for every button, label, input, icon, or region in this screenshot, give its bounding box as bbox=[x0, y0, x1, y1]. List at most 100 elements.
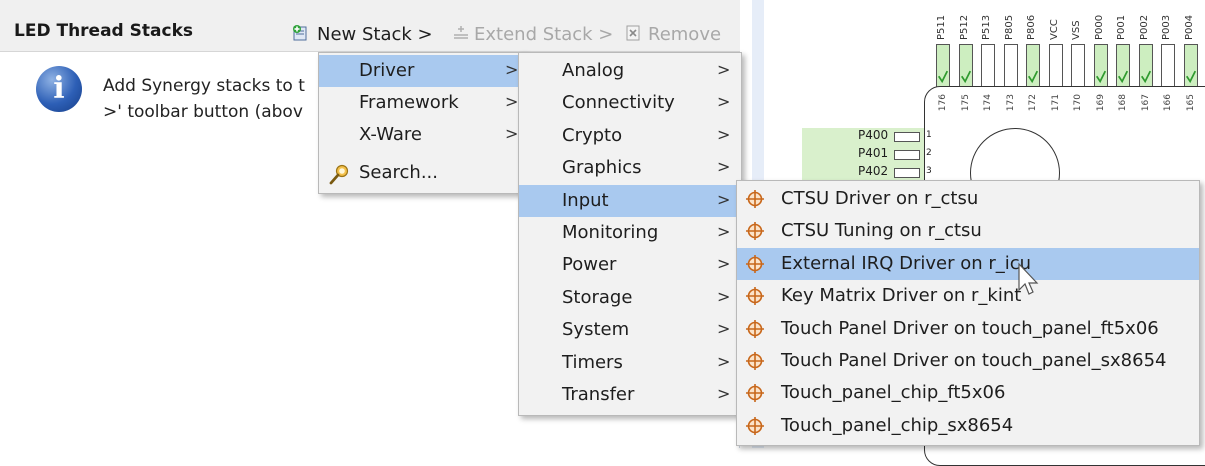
chevron-right-icon: > bbox=[505, 92, 519, 111]
chevron-right-icon: > bbox=[717, 351, 731, 371]
input-submenu: CTSU Driver on r_ctsu CTSU Tuning on r_ct… bbox=[736, 180, 1200, 446]
pin-box bbox=[894, 132, 920, 142]
pin-label: P001 bbox=[1116, 14, 1127, 40]
pin-number: 3 bbox=[926, 166, 932, 176]
chip-pin-p401[interactable]: P401 2 bbox=[802, 146, 932, 164]
pin-box bbox=[981, 44, 995, 88]
menu-item-framework[interactable]: Framework > bbox=[319, 87, 525, 119]
menu-item-driver[interactable]: Driver > bbox=[319, 55, 525, 87]
menu-item-touch-panel-driver-on-touch-panel-ft5x06[interactable]: Touch Panel Driver on touch_panel_ft5x06 bbox=[737, 313, 1199, 345]
pin-box bbox=[1138, 44, 1153, 88]
menu-item-touch-panel-chip-ft5x06[interactable]: Touch_panel_chip_ft5x06 bbox=[737, 377, 1199, 409]
menu-item-search[interactable]: Search... bbox=[319, 157, 525, 189]
pin-label: P401 bbox=[858, 146, 889, 160]
pin-box bbox=[1116, 44, 1130, 88]
chevron-right-icon: > bbox=[505, 124, 519, 143]
pin-box bbox=[1026, 44, 1040, 88]
pin-label: VSS bbox=[1071, 20, 1082, 40]
pin-number: 1 bbox=[926, 130, 932, 140]
pin-number: 174 bbox=[983, 94, 993, 112]
new-stack-menu: Driver > Framework > X-Ware > Search... bbox=[318, 52, 526, 194]
pin-label: P004 bbox=[1183, 14, 1195, 40]
chevron-right-icon: > bbox=[717, 384, 731, 403]
info-icon: i bbox=[36, 66, 82, 112]
extend-stack-button: Extend Stack > bbox=[474, 24, 614, 45]
chip-pin-p400[interactable]: P400 1 bbox=[802, 128, 932, 146]
menu-item-transfer[interactable]: Transfer > bbox=[519, 379, 741, 411]
menu-item-storage[interactable]: Storage > bbox=[519, 282, 741, 314]
chevron-right-icon: > bbox=[717, 319, 731, 339]
menu-item-touch-panel-driver-on-touch-panel-sx8654[interactable]: Touch Panel Driver on touch_panel_sx8654 bbox=[737, 345, 1199, 377]
menu-item-graphics[interactable]: Graphics > bbox=[519, 152, 741, 184]
menu-item-input[interactable]: Input > bbox=[519, 184, 741, 217]
search-icon bbox=[329, 164, 349, 185]
extend-stack-icon bbox=[454, 26, 468, 39]
component-crosshair-icon bbox=[746, 287, 764, 306]
menu-item-ctsu-tuning-on-r-ctsu[interactable]: CTSU Tuning on r_ctsu bbox=[737, 215, 1199, 247]
pin-label: P400 bbox=[858, 128, 889, 142]
pin-box bbox=[1003, 44, 1018, 88]
pin-number: 171 bbox=[1050, 94, 1061, 112]
pin-label: P003 bbox=[1161, 14, 1172, 40]
pin-number: 168 bbox=[1118, 94, 1128, 112]
new-stack-icon[interactable] bbox=[292, 24, 310, 42]
check-icon bbox=[1185, 70, 1196, 84]
check-icon bbox=[1140, 70, 1151, 84]
menu-item-x-ware[interactable]: X-Ware > bbox=[319, 119, 525, 151]
menu-item-touch-panel-chip-sx8654[interactable]: Touch_panel_chip_sx8654 bbox=[737, 410, 1199, 442]
component-crosshair-icon bbox=[746, 416, 764, 435]
pin-label: P806 bbox=[1026, 14, 1037, 40]
pin-number: 2 bbox=[926, 148, 932, 158]
pin-label: P402 bbox=[858, 164, 889, 178]
menu-item-system[interactable]: System > bbox=[519, 314, 741, 346]
pin-number: 176 bbox=[938, 94, 948, 112]
pin-number: 169 bbox=[1095, 94, 1106, 112]
menu-item-ctsu-driver-on-r-ctsu[interactable]: CTSU Driver on r_ctsu bbox=[737, 183, 1199, 215]
panel-header: LED Thread Stacks New Stack > Extend Sta… bbox=[0, 0, 740, 52]
check-icon bbox=[1118, 70, 1129, 84]
chevron-right-icon: > bbox=[717, 60, 731, 79]
pin-label: P002 bbox=[1138, 14, 1150, 40]
menu-item-timers[interactable]: Timers > bbox=[519, 347, 741, 379]
mouse-cursor-icon bbox=[1018, 262, 1039, 295]
remove-stack-icon bbox=[626, 25, 640, 41]
check-icon bbox=[960, 70, 971, 84]
pin-label: P512 bbox=[958, 14, 970, 40]
menu-item-external-irq-driver-on-r-icu[interactable]: External IRQ Driver on r_icu bbox=[737, 247, 1199, 280]
pin-number: 173 bbox=[1005, 94, 1016, 112]
pin-box bbox=[936, 44, 950, 88]
pin-number: 165 bbox=[1185, 94, 1196, 112]
menu-item-connectivity[interactable]: Connectivity > bbox=[519, 87, 741, 119]
menu-item-monitoring[interactable]: Monitoring > bbox=[519, 217, 741, 249]
pin-box bbox=[1183, 44, 1198, 88]
pin-label: P513 bbox=[981, 14, 992, 40]
pin-box bbox=[894, 168, 920, 178]
pin-box bbox=[894, 150, 920, 160]
check-icon bbox=[1028, 70, 1039, 84]
menu-item-key-matrix-driver-on-r-kint[interactable]: Key Matrix Driver on r_kint bbox=[737, 280, 1199, 312]
menu-item-analog[interactable]: Analog > bbox=[519, 55, 741, 87]
pin-number: 170 bbox=[1073, 94, 1083, 112]
component-crosshair-icon bbox=[746, 319, 764, 338]
chevron-right-icon: > bbox=[717, 254, 731, 274]
pin-number: 175 bbox=[960, 94, 971, 112]
info-text-line-1: Add Synergy stacks to t bbox=[103, 76, 305, 96]
component-crosshair-icon bbox=[746, 190, 764, 208]
pin-box bbox=[958, 44, 973, 88]
pin-number: 172 bbox=[1028, 94, 1038, 112]
info-text-line-2: >' toolbar button (abov bbox=[103, 102, 303, 122]
chevron-right-icon: > bbox=[717, 157, 731, 177]
component-crosshair-icon bbox=[746, 222, 764, 241]
menu-item-crypto[interactable]: Crypto > bbox=[519, 120, 741, 152]
menu-item-power[interactable]: Power > bbox=[519, 249, 741, 281]
component-crosshair-icon bbox=[746, 352, 764, 370]
chevron-right-icon: > bbox=[717, 222, 731, 241]
component-crosshair-icon bbox=[746, 254, 764, 273]
chevron-right-icon: > bbox=[717, 189, 731, 209]
pin-label: VCC bbox=[1048, 19, 1060, 40]
chevron-right-icon: > bbox=[505, 60, 519, 79]
component-crosshair-icon bbox=[746, 384, 764, 403]
new-stack-button[interactable]: New Stack > bbox=[317, 24, 433, 45]
pin-box bbox=[1161, 44, 1175, 88]
driver-submenu: Analog > Connectivity > Crypto > Graphics > Inpu… bbox=[518, 52, 742, 416]
